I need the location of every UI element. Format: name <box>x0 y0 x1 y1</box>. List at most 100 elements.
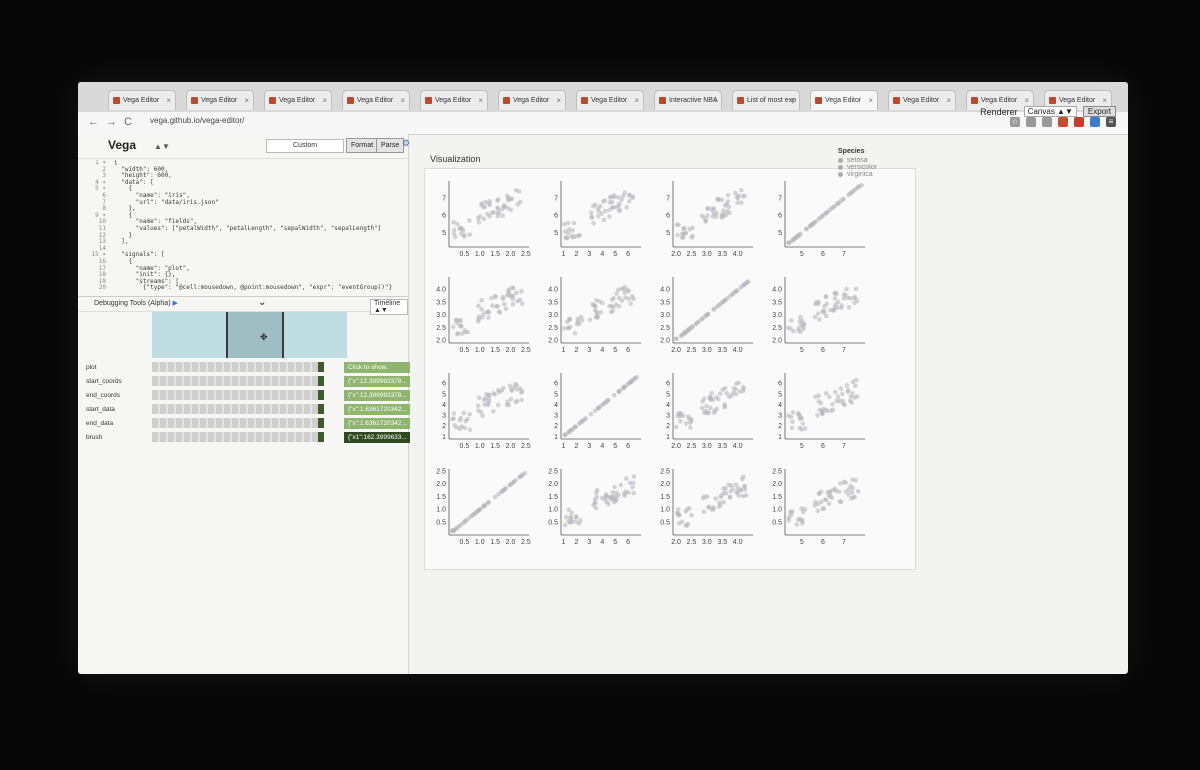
signal-timeline-row[interactable] <box>152 390 320 400</box>
back-icon[interactable]: ← <box>88 116 99 128</box>
signal-timeline-row[interactable] <box>152 404 320 414</box>
browser-tab[interactable]: Vega Editor × <box>888 90 956 110</box>
signal-value[interactable]: {"x":12.399993378... <box>344 390 410 401</box>
forward-icon[interactable]: → <box>106 116 117 128</box>
browser-tab[interactable]: Vega Editor × <box>108 90 176 110</box>
close-tab-icon[interactable]: × <box>556 91 561 110</box>
preset-select[interactable]: Custom <box>266 139 344 153</box>
browser-tab[interactable]: Vega Editor × <box>342 90 410 110</box>
signal-current-cell[interactable] <box>318 390 324 400</box>
code-editor[interactable]: 1 ▾{2 "width": 600, 3 "height": 600, 4 ▾ "… <box>78 160 408 294</box>
browser-tab[interactable]: Vega Editor × <box>576 90 644 110</box>
close-tab-icon[interactable]: × <box>634 91 639 110</box>
close-tab-icon[interactable]: × <box>166 91 171 110</box>
y-tick-label: 1.0 <box>772 507 782 514</box>
signal-current-cell[interactable] <box>318 404 324 414</box>
data-point <box>816 299 821 305</box>
close-tab-icon[interactable]: × <box>478 91 483 110</box>
x-tick-label: 4 <box>600 539 604 546</box>
close-tab-icon[interactable]: × <box>322 91 327 110</box>
close-tab-icon[interactable]: × <box>790 91 795 110</box>
signal-name: start_coords <box>86 378 122 385</box>
signal-value[interactable]: Click to show. <box>344 362 410 373</box>
x-tick-label: 1.5 <box>490 251 500 258</box>
browser-tab[interactable]: Vega Editor × <box>498 90 566 110</box>
timeline-select[interactable]: Timeline ▲▼ <box>370 299 408 315</box>
data-point <box>601 199 606 204</box>
timeline-marker[interactable] <box>282 312 284 358</box>
close-tab-icon[interactable]: × <box>244 91 249 110</box>
signal-current-cell[interactable] <box>318 418 324 428</box>
close-tab-icon[interactable]: × <box>868 91 873 110</box>
data-point <box>834 291 839 297</box>
parse-button[interactable]: Parse <box>376 138 405 153</box>
move-cursor-icon: ✥ <box>260 332 268 342</box>
menu-icon[interactable]: ≡ <box>1106 117 1116 127</box>
extension-icon[interactable] <box>1042 117 1052 127</box>
data-point <box>499 388 505 393</box>
signal-current-cell[interactable] <box>318 376 324 386</box>
data-point <box>838 481 843 486</box>
data-point <box>515 202 520 207</box>
data-point <box>581 417 586 423</box>
data-point <box>717 502 723 508</box>
scatterplot-matrix[interactable]: 0.5 1.0 1.5 2.0 2.5 5 6 7 1 2 3 4 5 6 5 6 7 2.0 2.5 3.0 3.5 4… <box>425 169 915 569</box>
tab-label: Vega Editor <box>591 97 628 104</box>
signal-value[interactable]: {"x":12.399993378... <box>344 376 410 387</box>
settings-icon[interactable]: ⚙ <box>402 138 410 149</box>
extension-icon[interactable] <box>1090 117 1100 127</box>
close-tab-icon[interactable]: × <box>400 91 405 110</box>
signal-timeline-row[interactable] <box>152 376 320 386</box>
data-point <box>592 202 598 208</box>
signal-timeline-row[interactable] <box>152 432 320 442</box>
browser-tab[interactable]: Interactive NBA × <box>654 90 722 110</box>
legend-item[interactable]: setosa <box>838 157 877 164</box>
format-button[interactable]: Format <box>346 138 379 153</box>
reload-icon[interactable]: C <box>124 116 132 128</box>
browser-tab[interactable]: Vega Editor × <box>186 90 254 110</box>
data-point <box>837 489 842 495</box>
data-point <box>450 416 455 422</box>
y-tick-label: 4 <box>666 402 670 409</box>
legend-item[interactable]: versicolor <box>838 164 877 171</box>
data-point <box>513 399 518 405</box>
signal-current-cell[interactable] <box>318 362 324 372</box>
signal-timeline-row[interactable] <box>152 418 320 428</box>
browser-tab[interactable]: List of most exp × <box>732 90 800 110</box>
extension-icon[interactable] <box>1058 117 1068 127</box>
mode-select[interactable]: Vega ▲▼ <box>108 138 170 152</box>
code-line: 20 {"type": "@cell:mousedown, @point:mou… <box>78 284 408 292</box>
extension-icon[interactable] <box>1074 117 1084 127</box>
signal-value[interactable]: {"x1":162.3999633... <box>344 432 410 443</box>
signal-name: plot <box>86 364 97 371</box>
legend-item[interactable]: virginica <box>838 171 877 178</box>
close-tab-icon[interactable]: × <box>712 91 717 110</box>
chevron-down-icon[interactable]: ⌄ <box>258 297 266 308</box>
data-point <box>704 312 709 318</box>
renderer-select[interactable]: Canvas ▲▼ <box>1023 106 1077 117</box>
data-point <box>736 493 742 498</box>
data-point <box>850 485 856 491</box>
address-bar[interactable]: vega.github.io/vega-editor/ <box>150 116 244 125</box>
browser-tab[interactable]: Vega Editor × <box>810 90 878 110</box>
data-point <box>688 425 693 430</box>
data-point <box>676 222 681 228</box>
data-point <box>562 522 568 528</box>
data-point <box>719 197 725 203</box>
signal-current-cell[interactable] <box>318 432 324 442</box>
data-point <box>689 416 694 422</box>
timeline-brush[interactable] <box>226 312 282 358</box>
export-button[interactable]: Export <box>1082 106 1116 117</box>
signal-value[interactable]: {"x":1.6361720342... <box>344 404 410 415</box>
star-icon[interactable]: ☆ <box>1010 117 1020 127</box>
browser-tab[interactable]: Vega Editor × <box>264 90 332 110</box>
close-tab-icon[interactable]: × <box>946 91 951 110</box>
extension-icon[interactable] <box>1026 117 1036 127</box>
play-icon[interactable]: ▶ <box>173 300 178 307</box>
timeline-marker[interactable] <box>226 312 228 358</box>
data-point <box>475 403 481 409</box>
browser-tab[interactable]: Vega Editor × <box>420 90 488 110</box>
x-tick-label: 5 <box>800 539 804 546</box>
signal-value[interactable]: {"x":1.6361720342... <box>344 418 410 429</box>
signal-timeline-row[interactable] <box>152 362 320 372</box>
